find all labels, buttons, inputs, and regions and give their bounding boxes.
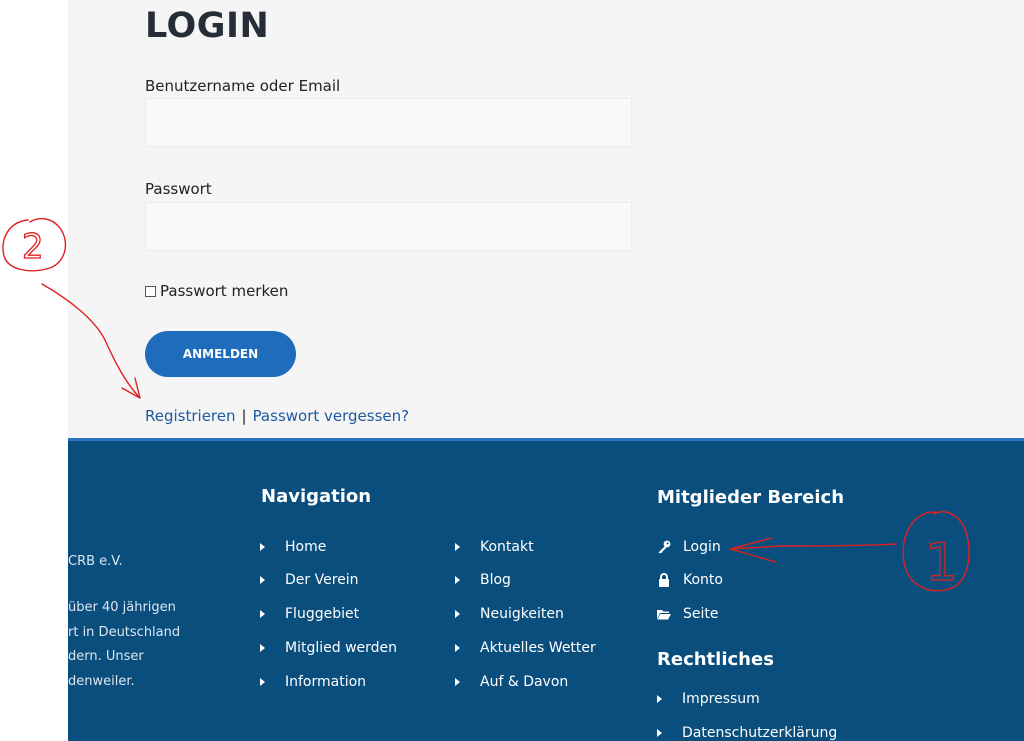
members-item-seite[interactable]: Seite — [657, 606, 719, 622]
nav-item-label: Home — [285, 539, 327, 555]
nav-item-kontakt[interactable]: Kontakt — [455, 539, 534, 555]
annotation-number-2: 2 — [22, 227, 44, 267]
username-label: Benutzername oder Email — [145, 77, 341, 95]
annotation-circle-2 — [2, 217, 67, 272]
nav-item-auf-davon[interactable]: Auf & Davon — [455, 674, 568, 690]
password-input[interactable] — [145, 202, 632, 251]
nav-item-label: Kontakt — [480, 539, 534, 555]
nav-item-label: Auf & Davon — [480, 674, 569, 690]
caret-right-icon — [260, 610, 265, 618]
about-text-line: CRB e.V. — [68, 554, 123, 569]
nav-item-blog[interactable]: Blog — [455, 572, 511, 588]
nav-item-information[interactable]: Information — [260, 674, 366, 690]
nav-item-label: Mitglied werden — [285, 640, 398, 656]
page-title: LOGIN — [145, 6, 270, 46]
caret-right-icon — [657, 729, 662, 737]
nav-item-label: Information — [285, 674, 367, 690]
forgot-password-link[interactable]: Passwort vergessen? — [253, 407, 410, 425]
nav-item-home[interactable]: Home — [260, 539, 326, 555]
legal-item-label: Impressum — [682, 691, 760, 707]
lock-icon — [659, 573, 669, 587]
nav-item-label: Blog — [480, 572, 511, 588]
members-item-login[interactable]: Login — [657, 539, 721, 555]
nav-item-aktuelles-wetter[interactable]: Aktuelles Wetter — [455, 640, 596, 656]
caret-right-icon — [260, 543, 265, 551]
caret-right-icon — [260, 678, 265, 686]
members-item-label: Login — [683, 539, 721, 555]
legal-item-datenschutz[interactable]: Datenschutzerklärung — [657, 725, 837, 741]
password-label: Passwort — [145, 180, 212, 198]
caret-right-icon — [455, 644, 460, 652]
site-footer — [68, 438, 1024, 741]
caret-right-icon — [260, 576, 265, 584]
about-text-line: denweiler. — [68, 674, 135, 689]
caret-right-icon — [455, 576, 460, 584]
nav-item-mitglied-werden[interactable]: Mitglied werden — [260, 640, 397, 656]
account-links: Registrieren | Passwort vergessen? — [145, 407, 409, 425]
members-item-label: Seite — [683, 606, 719, 622]
login-button[interactable]: ANMELDEN — [145, 331, 296, 377]
caret-right-icon — [657, 695, 662, 703]
legal-item-label: Datenschutzerklärung — [682, 725, 838, 741]
nav-item-der-verein[interactable]: Der Verein — [260, 572, 359, 588]
nav-item-fluggebiet[interactable]: Fluggebiet — [260, 606, 359, 622]
link-separator: | — [241, 407, 247, 425]
caret-right-icon — [455, 610, 460, 618]
nav-item-label: Der Verein — [285, 572, 359, 588]
caret-right-icon — [455, 678, 460, 686]
legal-item-impressum[interactable]: Impressum — [657, 691, 760, 707]
nav-item-neuigkeiten[interactable]: Neuigkeiten — [455, 606, 564, 622]
navigation-heading: Navigation — [261, 486, 372, 507]
legal-heading: Rechtliches — [657, 649, 774, 670]
username-input[interactable] — [145, 98, 632, 147]
about-text-line: rt in Deutschland — [68, 625, 181, 640]
remember-me[interactable]: Passwort merken — [145, 282, 288, 300]
about-text-line: über 40 jährigen — [68, 600, 176, 615]
folder-open-icon — [657, 610, 671, 620]
remember-label: Passwort merken — [160, 282, 289, 300]
caret-right-icon — [455, 543, 460, 551]
key-icon — [658, 540, 671, 554]
nav-item-label: Fluggebiet — [285, 606, 360, 622]
nav-item-label: Aktuelles Wetter — [480, 640, 596, 656]
about-text-line: dern. Unser — [68, 649, 144, 664]
members-item-label: Konto — [683, 572, 723, 588]
nav-item-label: Neuigkeiten — [480, 606, 564, 622]
remember-checkbox[interactable] — [145, 285, 156, 297]
register-link[interactable]: Registrieren — [145, 407, 236, 425]
caret-right-icon — [260, 644, 265, 652]
members-item-konto[interactable]: Konto — [657, 572, 723, 588]
members-heading: Mitglieder Bereich — [657, 487, 845, 508]
